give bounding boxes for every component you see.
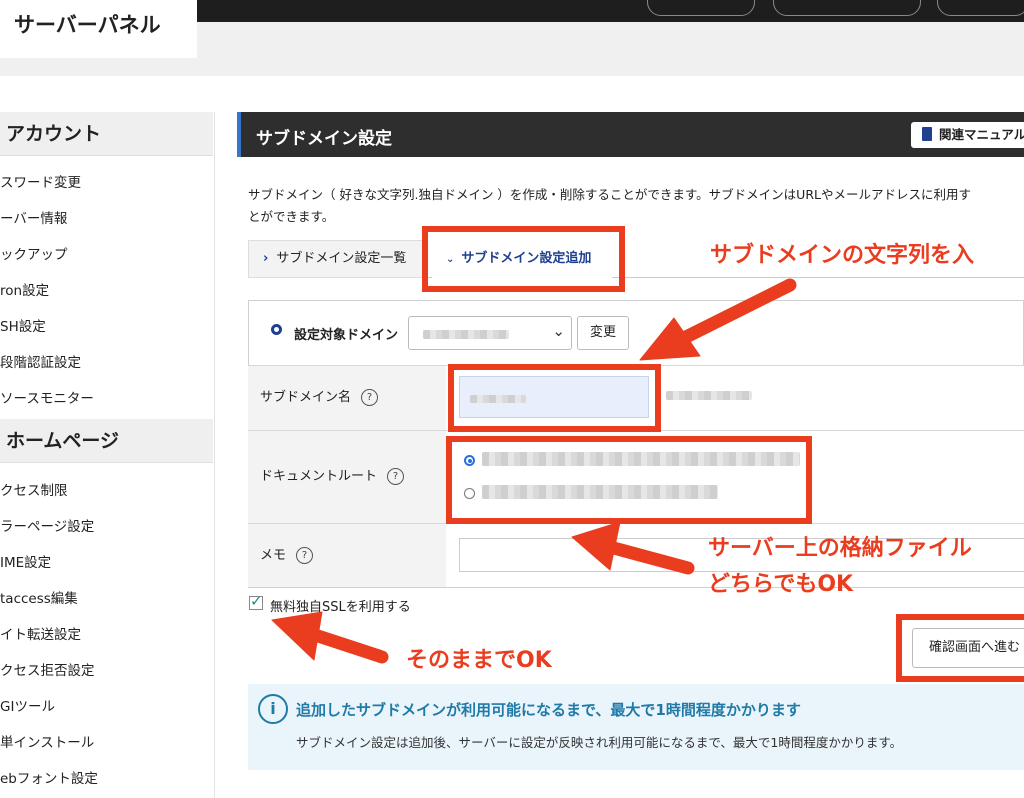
annotation-folder-hint: サーバー上の格納ファイル <box>708 536 972 561</box>
arrow-to-document-root <box>603 540 695 575</box>
annotation-input-hint: サブドメインの文字列を入 <box>710 243 975 268</box>
arrow-to-ssl-checkbox-head <box>271 611 323 661</box>
annotation-arrows <box>271 278 797 664</box>
annotation-ssl-hint: そのままでOK <box>406 648 552 673</box>
arrow-to-document-root-head <box>571 521 621 571</box>
arrow-to-subdomain-input <box>673 278 797 347</box>
annotation-folder-hint: どちらでもOK <box>708 572 854 597</box>
arrow-to-ssl-checkbox <box>311 629 389 664</box>
